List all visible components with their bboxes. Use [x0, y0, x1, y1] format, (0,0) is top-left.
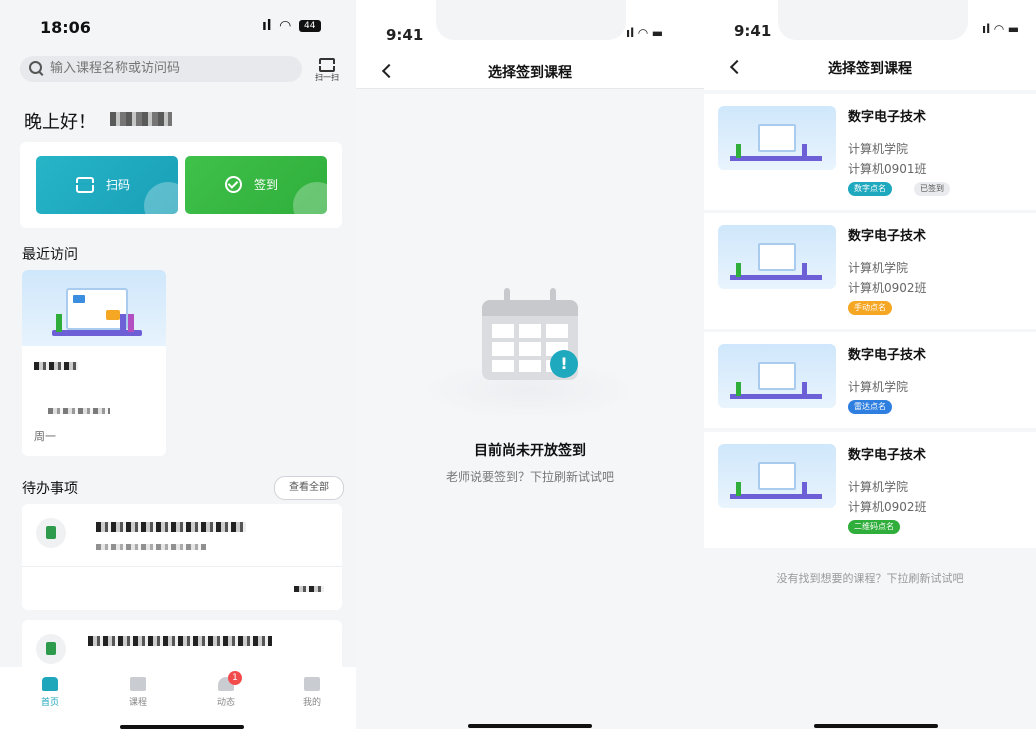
- scan-icon: [317, 58, 337, 72]
- todo-item[interactable]: [22, 504, 342, 610]
- book-illustration: [56, 314, 62, 332]
- tab-profile-label: 我的: [302, 698, 321, 708]
- course-thumbnail: [718, 344, 836, 408]
- course-select-screen: 9:41 ıl ◠ ▬ 选择签到课程 数字电子技术 计算机学院 计算机0901班…: [704, 0, 1036, 729]
- check-circle-icon: [225, 176, 242, 193]
- search-input[interactable]: [48, 60, 292, 77]
- course-title: 数字电子技术: [848, 448, 927, 463]
- page-title: 选择签到课程: [488, 65, 572, 81]
- notch: [778, 0, 968, 40]
- book-illustration: [128, 314, 134, 332]
- divider: [22, 566, 342, 567]
- signal-icon: ıl: [262, 18, 272, 34]
- view-all-button[interactable]: 查看全部: [274, 476, 344, 500]
- blurred-todo-title: [88, 636, 272, 646]
- home-indicator: [120, 725, 244, 729]
- course-card[interactable]: 数字电子技术 计算机学院 雷达点名: [704, 332, 1036, 428]
- course-school: 计算机学院: [848, 142, 909, 156]
- rollcall-tag: 二维码点名: [848, 520, 900, 534]
- blurred-todo-title: [96, 522, 246, 532]
- course-school: 计算机学院: [848, 261, 909, 275]
- status-time: 9:41: [386, 26, 424, 44]
- tab-home-label: 首页: [40, 698, 59, 708]
- clipboard-icon: [36, 634, 66, 664]
- course-thumbnail: [718, 444, 836, 508]
- recent-title: 最近访问: [22, 247, 78, 263]
- notch: [436, 0, 626, 40]
- decor-bubble: [293, 182, 327, 214]
- blurred-username: [110, 112, 172, 126]
- sign-in-button[interactable]: 签到: [185, 156, 327, 214]
- recent-weekday: 周一: [34, 430, 56, 443]
- page-title: 选择签到课程: [828, 61, 912, 77]
- empty-hint: 老师说要签到？下拉刷新试试吧: [445, 470, 614, 484]
- blurred-todo-time: [294, 586, 324, 592]
- status-time: 9:41: [734, 22, 772, 40]
- profile-icon: [304, 677, 320, 691]
- search-icon: [29, 61, 42, 74]
- tab-home[interactable]: 首页: [30, 677, 70, 708]
- tab-courses[interactable]: 课程: [118, 677, 158, 708]
- course-card[interactable]: 数字电子技术 计算机学院 计算机0902班 手动点名: [704, 213, 1036, 329]
- book-illustration: [120, 314, 126, 332]
- sign-in-button-label: 签到: [254, 178, 279, 192]
- status-icons: ıl ◠ ▬: [982, 22, 1020, 36]
- course-school: 计算机学院: [848, 480, 909, 494]
- divider: [356, 88, 704, 89]
- blurred-course-name: [34, 362, 78, 370]
- course-class: 计算机0901班: [848, 162, 927, 176]
- status-badge: 已签到: [914, 182, 950, 196]
- scan-button[interactable]: 扫码: [36, 156, 178, 214]
- greeting: 晚上好！: [24, 112, 96, 133]
- course-title: 数字电子技术: [848, 110, 927, 125]
- tab-profile[interactable]: 我的: [292, 677, 332, 708]
- book-icon: [130, 677, 146, 691]
- course-card[interactable]: 数字电子技术 计算机学院 计算机0902班 二维码点名: [704, 432, 1036, 548]
- scan-button-label: 扫码: [106, 178, 131, 192]
- course-thumbnail: [718, 225, 836, 289]
- tab-updates[interactable]: 1 动态: [206, 671, 246, 708]
- rollcall-tag: 手动点名: [848, 301, 892, 315]
- blurred-course-info: [48, 408, 110, 414]
- clipboard-icon: [36, 518, 66, 548]
- tab-bar: 首页 课程 1 动态 我的: [0, 667, 356, 729]
- blurred-todo-meta: [96, 544, 206, 550]
- rollcall-tag: 数字点名: [848, 182, 892, 196]
- home-icon: [42, 677, 58, 691]
- scan-shortcut-button[interactable]: 扫一扫: [314, 56, 340, 88]
- course-thumbnail: [718, 106, 836, 170]
- scan-icon: [74, 176, 96, 193]
- home-indicator: [814, 724, 938, 728]
- scan-shortcut-label: 扫一扫: [315, 73, 339, 82]
- tab-updates-label: 动态: [216, 698, 235, 708]
- home-screen: 18:06 ıl ◠ 44 扫一扫 晚上好！ 扫码 签到 最近访问: [0, 0, 356, 729]
- course-title: 数字电子技术: [848, 348, 927, 363]
- status-icons: ıl ◠ 44: [262, 18, 321, 34]
- footer-hint: 没有找到想要的课程？下拉刷新试试吧: [776, 572, 964, 585]
- wifi-icon: ◠: [279, 18, 292, 34]
- course-title: 数字电子技术: [848, 229, 927, 244]
- notification-badge: 1: [228, 671, 242, 685]
- course-illustration: [22, 270, 166, 346]
- battery-icon: 44: [298, 20, 321, 32]
- monitor-illustration: [66, 288, 128, 330]
- status-time: 18:06: [40, 18, 91, 37]
- course-card[interactable]: 数字电子技术 计算机学院 计算机0901班 数字点名 已签到: [704, 94, 1036, 210]
- course-class: 计算机0902班: [848, 500, 927, 514]
- course-school: 计算机学院: [848, 380, 909, 394]
- rollcall-tag: 雷达点名: [848, 400, 892, 414]
- search-bar[interactable]: [20, 56, 302, 82]
- sign-in-empty-screen: 9:41 ıl ◠ ▬ 选择签到课程 ! 目前尚未开放签到 老师说要签到？下拉刷…: [356, 0, 704, 729]
- status-icons: ıl ◠ ▬: [626, 26, 664, 40]
- decor-bubble: [144, 182, 178, 214]
- tab-courses-label: 课程: [128, 698, 147, 708]
- empty-title: 目前尚未开放签到: [474, 443, 586, 459]
- home-indicator: [468, 724, 592, 728]
- todo-title: 待办事项: [22, 481, 78, 497]
- alert-icon: !: [550, 350, 578, 378]
- course-class: 计算机0902班: [848, 281, 927, 295]
